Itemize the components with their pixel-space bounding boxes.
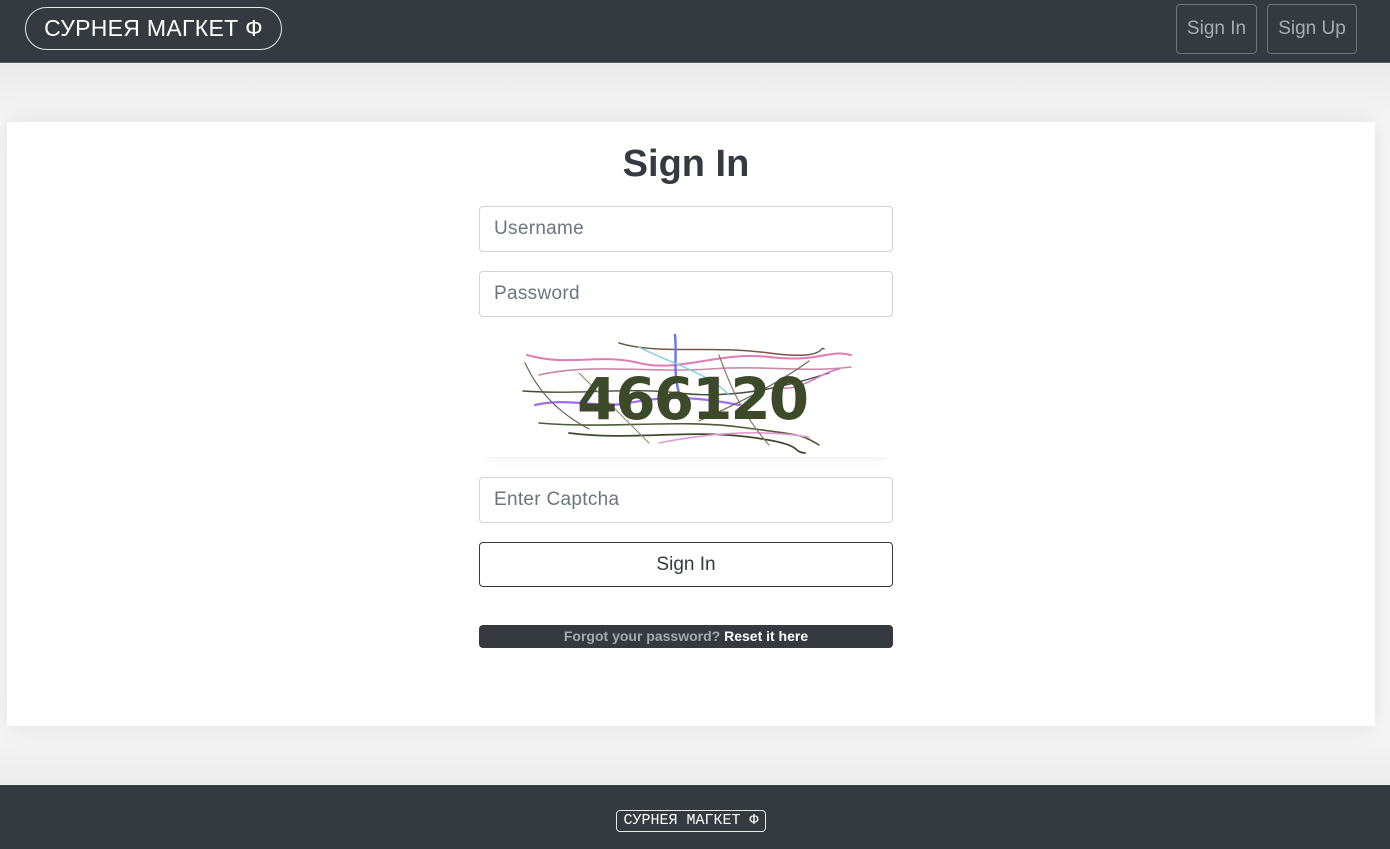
brand-logo-link[interactable]: СУРНЕЯ МАГКЕТ Ф: [25, 7, 282, 50]
captcha-text: 466120: [577, 365, 807, 433]
footer-brand[interactable]: СУРНЕЯ МАГКЕТ Ф: [616, 810, 766, 832]
nav-sign-in-button[interactable]: Sign In: [1176, 4, 1257, 54]
forgot-password-text: Forgot your password?: [563, 628, 721, 644]
password-reset-bar: Forgot your password? Reset it here: [479, 625, 893, 648]
page-title: Sign In: [622, 143, 750, 185]
password-input[interactable]: [479, 271, 893, 317]
page-footer: СУРНЕЯ МАГКЕТ Ф: [0, 785, 1390, 849]
username-input[interactable]: [479, 206, 893, 252]
top-navbar: СУРНЕЯ МАГКЕТ Ф Sign In Sign Up: [0, 0, 1390, 63]
sign-in-submit-button[interactable]: Sign In: [479, 542, 893, 587]
captcha-image: 466120: [479, 333, 893, 457]
nav-sign-up-button[interactable]: Sign Up: [1267, 4, 1357, 54]
captcha-graphic: 466120: [522, 333, 852, 454]
captcha-input[interactable]: [479, 477, 893, 523]
reset-password-link[interactable]: Reset it here: [724, 628, 808, 644]
